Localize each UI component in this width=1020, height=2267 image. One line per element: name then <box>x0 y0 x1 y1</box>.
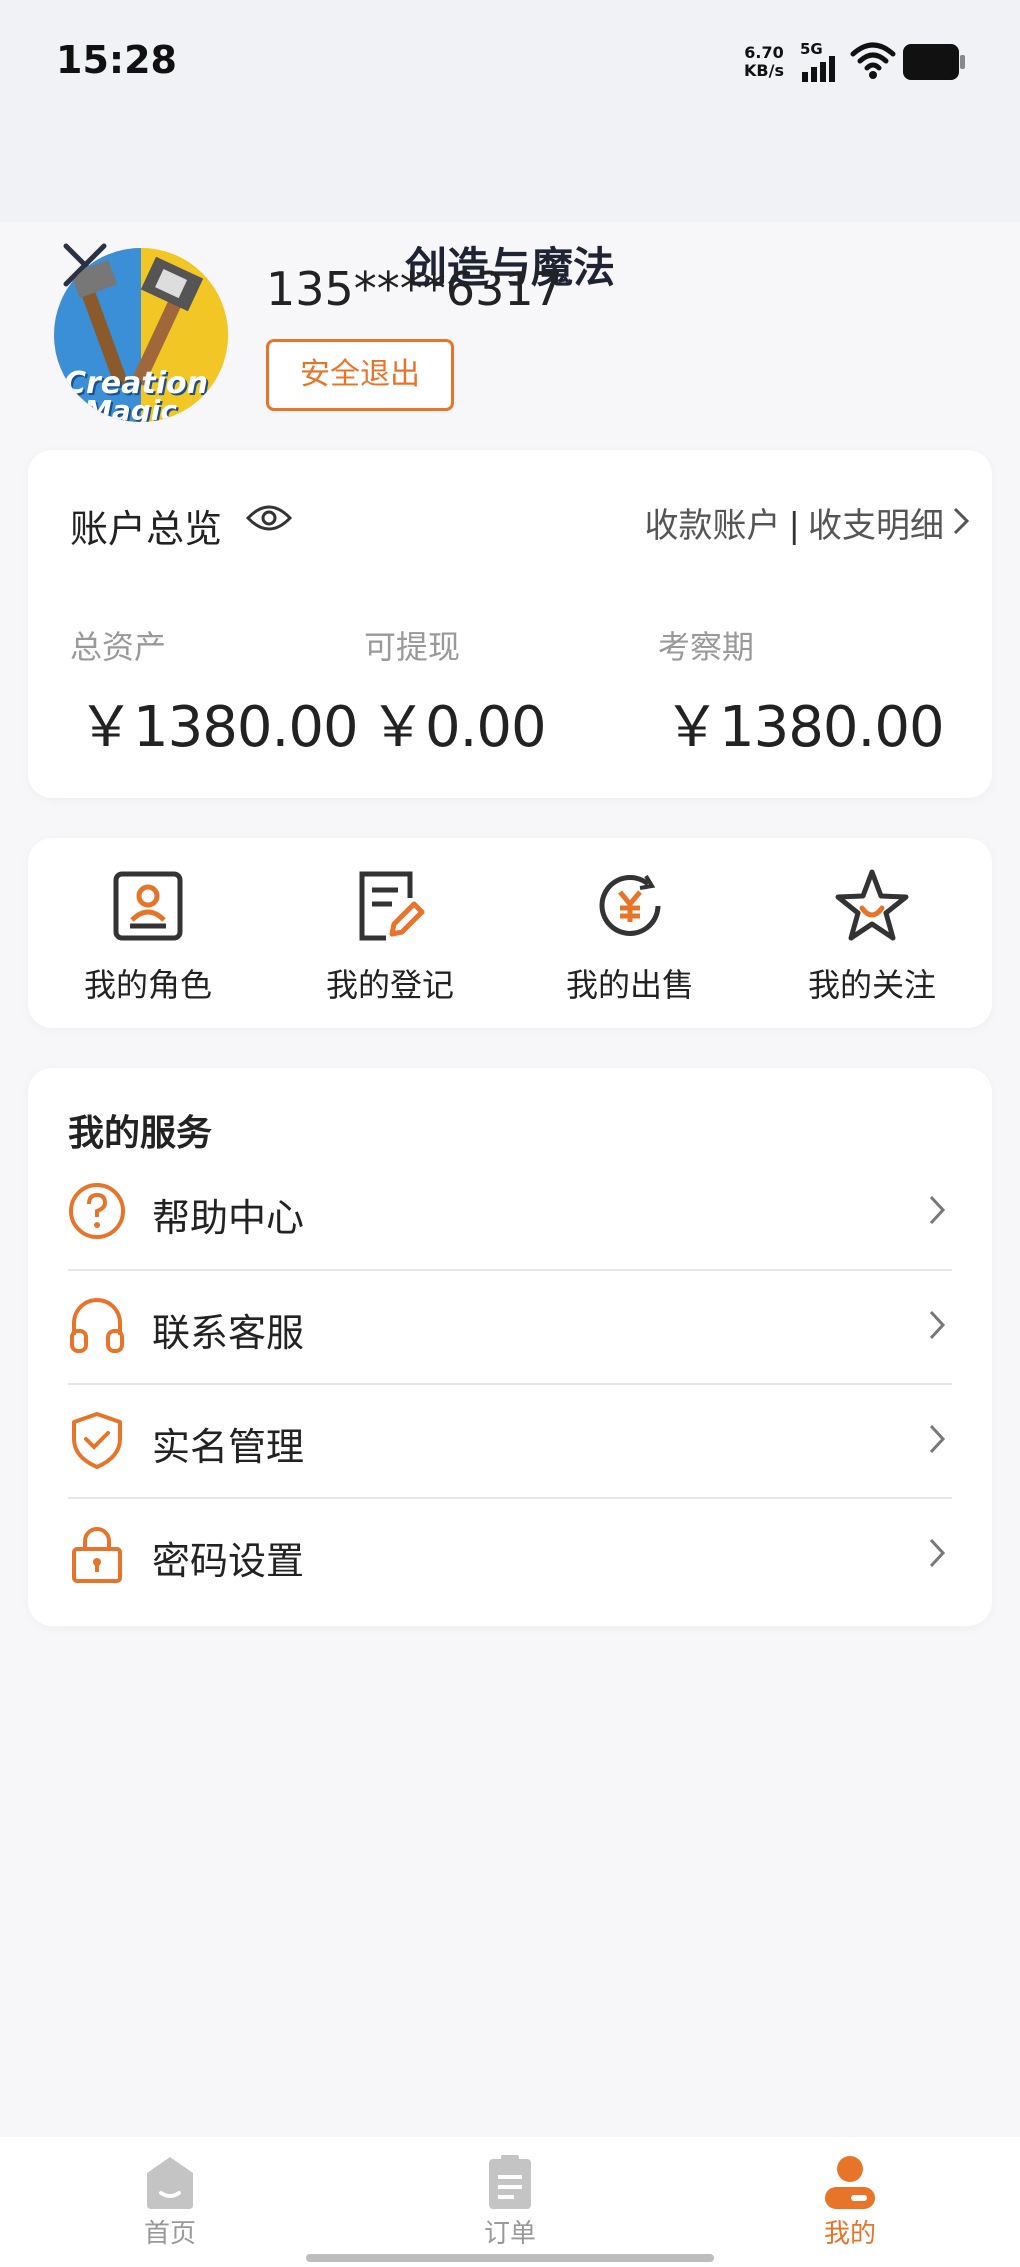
order-icon <box>489 2155 531 2209</box>
quick-label-favorite: 我的关注 <box>807 966 936 1004</box>
help-icon <box>69 1183 125 1239</box>
stat-label-review: 考察期 <box>658 628 755 666</box>
wifi-icon <box>850 42 896 79</box>
tab-label-home: 首页 <box>143 2219 196 2249</box>
quick-item-role[interactable]: 我的角色 <box>48 868 248 1006</box>
net-speed-unit: KB/s <box>744 61 784 80</box>
chevron-right-icon <box>929 1424 946 1454</box>
net-speed-value: 6.70 <box>744 43 784 62</box>
link-separator: | <box>788 506 800 546</box>
services-title: 我的服务 <box>68 1113 213 1154</box>
role-icon <box>113 871 183 941</box>
eye-icon[interactable] <box>246 502 292 534</box>
services-card: 我的服务 帮助中心 联系客服 实名管理 密码设置 <box>28 1068 992 1626</box>
stat-value-withdrawable: ￥0.00 <box>370 695 547 760</box>
service-label-support: 联系客服 <box>152 1311 305 1355</box>
chevron-right-icon[interactable] <box>952 506 970 536</box>
avatar[interactable]: Creation Magic <box>54 248 228 422</box>
lock-icon <box>72 1527 122 1583</box>
chevron-right-icon <box>929 1195 946 1225</box>
status-time: 15:28 <box>56 38 177 82</box>
tab-bar: 首页 订单 我的 <box>0 2137 1020 2267</box>
service-label-realname: 实名管理 <box>152 1425 305 1469</box>
service-label-password: 密码设置 <box>152 1539 305 1583</box>
chevron-right-icon <box>929 1310 946 1340</box>
avatar-text-line2: Magic <box>84 394 177 422</box>
tab-home[interactable]: 首页 <box>90 2153 250 2250</box>
tab-profile[interactable]: 我的 <box>770 2153 930 2250</box>
tab-order[interactable]: 订单 <box>430 2153 590 2250</box>
home-indicator <box>306 2254 714 2262</box>
signal-icon <box>802 56 835 82</box>
service-row-realname[interactable]: 实名管理 <box>68 1383 952 1497</box>
sell-icon <box>599 874 661 936</box>
service-label-help: 帮助中心 <box>152 1196 305 1240</box>
status-bar: 15:28 6.70 KB/s 5G <box>0 0 1020 120</box>
headset-icon <box>70 1298 124 1353</box>
stat-label-withdrawable: 可提现 <box>364 628 461 666</box>
account-card: 账户总览 收款账户 | 收支明细 总资产 ￥1380.00 可提现 ￥0.00 考察… <box>28 450 992 798</box>
quick-item-favorite[interactable]: 我的关注 <box>772 868 972 1006</box>
logout-button[interactable]: 安全退出 <box>266 339 454 411</box>
favorite-icon <box>835 869 909 941</box>
stat-value-total: ￥1380.00 <box>78 695 359 760</box>
nav-bar: 创造与魔法 <box>0 120 1020 292</box>
quick-label-register: 我的登记 <box>325 966 454 1004</box>
stat-value-review: ￥1380.00 <box>664 695 945 760</box>
account-links: 收款账户 | 收支明细 <box>645 498 944 547</box>
account-title: 账户总览 <box>70 507 223 551</box>
tab-label-order: 订单 <box>483 2219 536 2249</box>
service-row-password[interactable]: 密码设置 <box>68 1497 952 1611</box>
battery-icon <box>903 44 965 80</box>
home-icon <box>147 2157 193 2209</box>
chevron-right-icon <box>929 1538 946 1568</box>
receive-account-link[interactable]: 收款账户 <box>645 506 781 546</box>
income-details-link[interactable]: 收支明细 <box>808 506 944 546</box>
shield-check-icon <box>72 1412 122 1469</box>
quick-item-sell[interactable]: 我的出售 <box>530 868 730 1006</box>
phone-number: 135****6317 <box>266 262 563 316</box>
tab-label-profile: 我的 <box>823 2219 876 2249</box>
quick-label-sell: 我的出售 <box>565 966 694 1004</box>
register-icon <box>359 871 425 941</box>
quick-item-register[interactable]: 我的登记 <box>290 868 490 1006</box>
net-speed: 6.70 KB/s <box>744 44 784 80</box>
quick-actions-card: 我的角色 我的登记 我的出售 我的关注 <box>28 838 992 1028</box>
quick-label-role: 我的角色 <box>83 966 212 1004</box>
stat-label-total: 总资产 <box>70 628 167 666</box>
profile-icon <box>825 2156 875 2209</box>
service-row-support[interactable]: 联系客服 <box>68 1269 952 1383</box>
service-row-help[interactable]: 帮助中心 <box>68 1154 952 1268</box>
